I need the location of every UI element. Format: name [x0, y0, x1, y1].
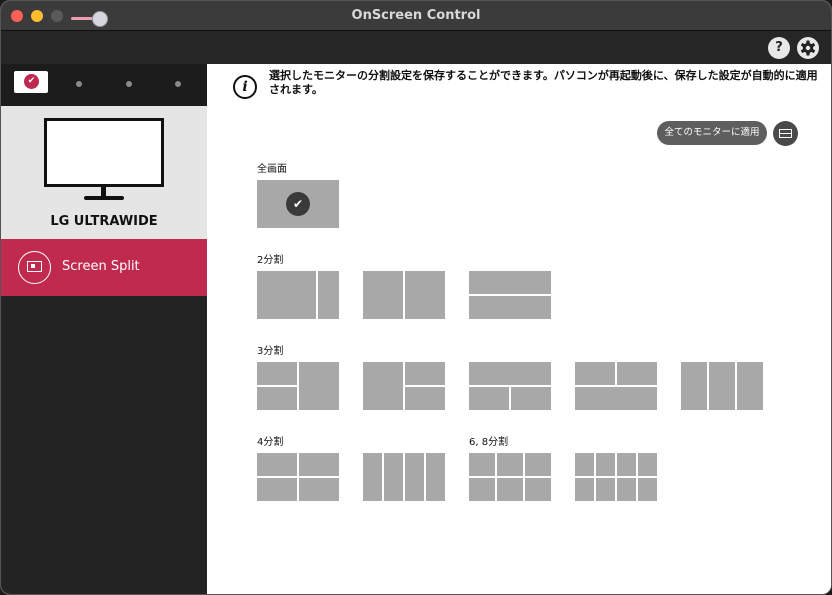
- layout-cell: [363, 362, 403, 410]
- monitor-icon: [44, 118, 164, 187]
- layout-cell: [405, 362, 445, 385]
- layout-3split-bottom-wide[interactable]: [575, 362, 657, 410]
- layout-cell: [363, 271, 403, 319]
- layout-cell: [257, 453, 297, 476]
- layout-cell: [384, 453, 403, 501]
- layout-cell: [469, 387, 509, 410]
- layout-cell: [469, 296, 551, 319]
- layout-cell: [575, 387, 657, 410]
- layout-cell: [299, 362, 339, 410]
- layout-cell: [525, 453, 551, 476]
- layout-cell: [617, 453, 636, 476]
- monitor-tab-4[interactable]: [175, 81, 181, 87]
- layout-cell: [257, 271, 316, 319]
- layout-cell: [318, 271, 339, 319]
- layout-6split-grid[interactable]: [469, 453, 551, 501]
- section-title-4split: 4分割: [257, 437, 284, 448]
- settings-button[interactable]: [797, 37, 819, 59]
- monitor-stand-base: [84, 196, 124, 200]
- monitor-tab-2[interactable]: [76, 81, 82, 87]
- section-title-2split: 2分割: [257, 255, 284, 266]
- layout-cell: [299, 453, 339, 476]
- layout-full-screen[interactable]: ✔: [257, 180, 339, 228]
- title-bar: OnScreen Control: [1, 1, 831, 31]
- layout-3split-left-stack[interactable]: [257, 362, 339, 410]
- layout-cell: [257, 362, 297, 385]
- layout-cell: [638, 478, 657, 501]
- screen-split-icon: [18, 251, 51, 284]
- layout-cell: [617, 478, 636, 501]
- layout-cell: [469, 478, 495, 501]
- layout-icon: [779, 129, 792, 138]
- layout-3split-columns[interactable]: [681, 362, 763, 410]
- layout-cell: [511, 387, 551, 410]
- layout-cell: [299, 478, 339, 501]
- layout-cell: [681, 362, 707, 410]
- layout-4split-columns[interactable]: [363, 453, 445, 501]
- layout-cell: [257, 478, 297, 501]
- layout-cell: [497, 478, 523, 501]
- selected-check-icon: ✔: [286, 192, 310, 216]
- gear-icon: [800, 40, 816, 56]
- section-title-full: 全画面: [257, 164, 287, 175]
- app-window: OnScreen Control ? ✔ LG ULTRAWIDE Screen…: [0, 0, 832, 595]
- monitor-tabs: ✔: [1, 64, 207, 106]
- layout-cell: [469, 453, 495, 476]
- layout-cell: [405, 453, 424, 501]
- layout-cell: [469, 362, 551, 385]
- main-content: i 選択したモニターの分割設定を保存することができます。パソコンが再起動後に、保…: [207, 64, 831, 594]
- section-title-68split: 6, 8分割: [469, 437, 509, 448]
- layout-cell: [257, 387, 297, 410]
- layout-8split-grid[interactable]: [575, 453, 657, 501]
- layout-toggle-button[interactable]: [773, 121, 798, 146]
- sidebar: ✔ LG ULTRAWIDE Screen Split: [1, 64, 207, 594]
- layout-3split-right-stack[interactable]: [363, 362, 445, 410]
- layout-2split-vertical[interactable]: [363, 271, 445, 319]
- layout-cell: [363, 453, 382, 501]
- info-icon: i: [233, 75, 257, 99]
- section-title-3split: 3分割: [257, 346, 284, 357]
- layout-cell: [737, 362, 763, 410]
- layout-cell: [617, 362, 657, 385]
- layout-cell: [525, 478, 551, 501]
- layout-cell: [469, 271, 551, 294]
- layout-cell: [709, 362, 735, 410]
- info-text: 選択したモニターの分割設定を保存することができます。パソコンが再起動後に、保存し…: [269, 69, 818, 96]
- layout-2split-wide-left[interactable]: [257, 271, 339, 319]
- layout-cell: [596, 478, 615, 501]
- layout-2split-horizontal[interactable]: [469, 271, 551, 319]
- monitor-tab-1[interactable]: ✔: [14, 71, 48, 93]
- layout-cell: [575, 362, 615, 385]
- window-title: OnScreen Control: [351, 8, 481, 23]
- toolbar: ?: [1, 31, 831, 64]
- layout-4split-grid[interactable]: [257, 453, 339, 501]
- layout-cell: [426, 453, 445, 501]
- monitor-tab-3[interactable]: [126, 81, 132, 87]
- sidebar-item-screen-split[interactable]: Screen Split: [1, 239, 207, 296]
- monitor-name: LG ULTRAWIDE: [50, 214, 158, 229]
- layout-cell: [575, 478, 594, 501]
- help-button[interactable]: ?: [768, 37, 790, 59]
- layout-cell: [405, 387, 445, 410]
- layout-cell: [405, 271, 445, 319]
- layout-cell: [596, 453, 615, 476]
- monitor-card[interactable]: LG ULTRAWIDE: [1, 106, 207, 239]
- apply-all-monitors-button[interactable]: 全てのモニターに適用: [657, 121, 767, 145]
- check-icon: ✔: [24, 74, 39, 89]
- layout-cell: [638, 453, 657, 476]
- layout-3split-top-wide[interactable]: [469, 362, 551, 410]
- layout-cell: [575, 453, 594, 476]
- sidebar-item-label: Screen Split: [62, 259, 140, 274]
- layout-cell: [497, 453, 523, 476]
